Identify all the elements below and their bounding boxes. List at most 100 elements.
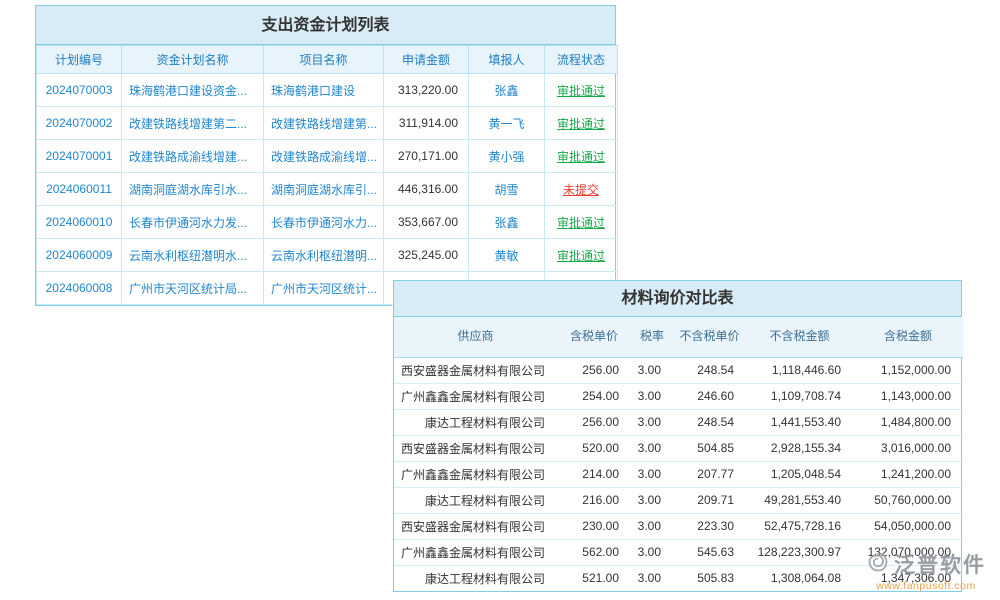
expenditure-plan-panel: 支出资金计划列表 计划编号 资金计划名称 项目名称 申请金额 填报人 流程状态 …	[35, 5, 616, 306]
col-taxed-amount: 含税金额	[853, 317, 963, 357]
plan-table-row[interactable]: 2024070003 珠海鹤港口建设资金... 珠海鹤港口建设 313,220.…	[37, 74, 618, 107]
taxed-price-cell: 521.00	[557, 565, 631, 591]
apply-amount-cell: 353,667.00	[384, 206, 469, 239]
untaxed-amount-cell: 1,308,064.08	[746, 565, 853, 591]
plan-id-link[interactable]: 2024070001	[37, 140, 122, 173]
material-inquiry-panel: 材料询价对比表 供应商 含税单价 税率 不含税单价 不含税金额 含税金额 西安盛…	[393, 280, 962, 592]
fund-name-link[interactable]: 广州市天河区统计局...	[122, 272, 264, 305]
fund-name-link[interactable]: 改建铁路线增建第二...	[122, 107, 264, 140]
supplier-link[interactable]: 广州鑫鑫金属材料有限公司	[394, 383, 557, 409]
untaxed-amount-cell: 128,223,300.97	[746, 539, 853, 565]
col-fund-name: 资金计划名称	[122, 46, 264, 74]
fund-name-link[interactable]: 云南水利枢纽潜明水...	[122, 239, 264, 272]
fund-name-link[interactable]: 长春市伊通河水力发...	[122, 206, 264, 239]
untaxed-amount-cell: 2,928,155.34	[746, 435, 853, 461]
taxed-price-cell: 256.00	[557, 357, 631, 383]
plan-table-row[interactable]: 2024060010 长春市伊通河水力发... 长春市伊通河水力... 353,…	[37, 206, 618, 239]
supplier-link[interactable]: 康达工程材料有限公司	[394, 409, 557, 435]
untaxed-price-cell: 209.71	[673, 487, 746, 513]
untaxed-price-cell: 248.54	[673, 409, 746, 435]
tax-rate-cell: 3.00	[631, 513, 673, 539]
status-link[interactable]: 未提交	[545, 173, 618, 206]
tax-rate-cell: 3.00	[631, 357, 673, 383]
material-table-row[interactable]: 康达工程材料有限公司 256.00 3.00 248.54 1,441,553.…	[394, 409, 963, 435]
col-untaxed-price: 不含税单价	[673, 317, 746, 357]
material-table-row[interactable]: 广州鑫鑫金属材料有限公司 254.00 3.00 246.60 1,109,70…	[394, 383, 963, 409]
plan-table-row[interactable]: 2024070001 改建铁路成渝线增建... 改建铁路成渝线增... 270,…	[37, 140, 618, 173]
untaxed-price-cell: 505.83	[673, 565, 746, 591]
plan-id-link[interactable]: 2024060010	[37, 206, 122, 239]
apply-amount-cell: 313,220.00	[384, 74, 469, 107]
plan-table-row[interactable]: 2024070002 改建铁路线增建第二... 改建铁路线增建第... 311,…	[37, 107, 618, 140]
filler-cell: 张鑫	[469, 206, 545, 239]
plan-id-link[interactable]: 2024070003	[37, 74, 122, 107]
project-name-link[interactable]: 广州市天河区统计...	[264, 272, 384, 305]
supplier-link[interactable]: 广州鑫鑫金属材料有限公司	[394, 539, 557, 565]
status-link[interactable]: 审批通过	[545, 74, 618, 107]
taxed-amount-cell: 50,760,000.00	[853, 487, 963, 513]
supplier-link[interactable]: 广州鑫鑫金属材料有限公司	[394, 461, 557, 487]
taxed-amount-cell: 1,143,000.00	[853, 383, 963, 409]
apply-amount-cell: 270,171.00	[384, 140, 469, 173]
material-table-row[interactable]: 西安盛器金属材料有限公司 230.00 3.00 223.30 52,475,7…	[394, 513, 963, 539]
material-header-row: 供应商 含税单价 税率 不含税单价 不含税金额 含税金额	[394, 317, 963, 357]
taxed-price-cell: 230.00	[557, 513, 631, 539]
expenditure-plan-title: 支出资金计划列表	[36, 6, 615, 45]
plan-table-row[interactable]: 2024060011 湖南洞庭湖水库引水... 湖南洞庭湖水库引... 446,…	[37, 173, 618, 206]
untaxed-price-cell: 207.77	[673, 461, 746, 487]
filler-cell: 张鑫	[469, 74, 545, 107]
project-name-link[interactable]: 云南水利枢纽潜明...	[264, 239, 384, 272]
project-name-link[interactable]: 湖南洞庭湖水库引...	[264, 173, 384, 206]
watermark-url: www.fanpusoft.com	[866, 580, 986, 592]
tax-rate-cell: 3.00	[631, 461, 673, 487]
project-name-link[interactable]: 改建铁路成渝线增...	[264, 140, 384, 173]
apply-amount-cell: 311,914.00	[384, 107, 469, 140]
plan-header-row: 计划编号 资金计划名称 项目名称 申请金额 填报人 流程状态	[37, 46, 618, 74]
untaxed-price-cell: 246.60	[673, 383, 746, 409]
plan-id-link[interactable]: 2024060011	[37, 173, 122, 206]
status-link[interactable]: 审批通过	[545, 140, 618, 173]
supplier-link[interactable]: 西安盛器金属材料有限公司	[394, 513, 557, 539]
supplier-link[interactable]: 康达工程材料有限公司	[394, 487, 557, 513]
taxed-amount-cell: 1,484,800.00	[853, 409, 963, 435]
taxed-price-cell: 256.00	[557, 409, 631, 435]
status-link[interactable]: 审批通过	[545, 239, 618, 272]
fund-name-link[interactable]: 改建铁路成渝线增建...	[122, 140, 264, 173]
supplier-link[interactable]: 康达工程材料有限公司	[394, 565, 557, 591]
material-table-row[interactable]: 广州鑫鑫金属材料有限公司 214.00 3.00 207.77 1,205,04…	[394, 461, 963, 487]
taxed-price-cell: 216.00	[557, 487, 631, 513]
taxed-amount-cell: 1,241,200.00	[853, 461, 963, 487]
plan-table-row[interactable]: 2024060009 云南水利枢纽潜明水... 云南水利枢纽潜明... 325,…	[37, 239, 618, 272]
taxed-price-cell: 562.00	[557, 539, 631, 565]
untaxed-amount-cell: 1,109,708.74	[746, 383, 853, 409]
project-name-link[interactable]: 长春市伊通河水力...	[264, 206, 384, 239]
supplier-link[interactable]: 西安盛器金属材料有限公司	[394, 435, 557, 461]
tax-rate-cell: 3.00	[631, 539, 673, 565]
material-table-row[interactable]: 西安盛器金属材料有限公司 256.00 3.00 248.54 1,118,44…	[394, 357, 963, 383]
col-plan-id: 计划编号	[37, 46, 122, 74]
filler-cell: 胡雪	[469, 173, 545, 206]
tax-rate-cell: 3.00	[631, 409, 673, 435]
fund-name-link[interactable]: 珠海鹤港口建设资金...	[122, 74, 264, 107]
project-name-link[interactable]: 珠海鹤港口建设	[264, 74, 384, 107]
material-table-row[interactable]: 康达工程材料有限公司 216.00 3.00 209.71 49,281,553…	[394, 487, 963, 513]
supplier-link[interactable]: 西安盛器金属材料有限公司	[394, 357, 557, 383]
plan-id-link[interactable]: 2024060008	[37, 272, 122, 305]
expenditure-plan-table: 计划编号 资金计划名称 项目名称 申请金额 填报人 流程状态 202407000…	[36, 45, 618, 305]
filler-cell: 黄小强	[469, 140, 545, 173]
watermark-brand: 泛普软件	[894, 549, 986, 579]
untaxed-amount-cell: 1,441,553.40	[746, 409, 853, 435]
fanpu-logo-icon	[866, 550, 890, 579]
taxed-amount-cell: 54,050,000.00	[853, 513, 963, 539]
fund-name-link[interactable]: 湖南洞庭湖水库引水...	[122, 173, 264, 206]
tax-rate-cell: 3.00	[631, 565, 673, 591]
plan-id-link[interactable]: 2024070002	[37, 107, 122, 140]
status-link[interactable]: 审批通过	[545, 206, 618, 239]
untaxed-price-cell: 504.85	[673, 435, 746, 461]
project-name-link[interactable]: 改建铁路线增建第...	[264, 107, 384, 140]
material-table-row[interactable]: 西安盛器金属材料有限公司 520.00 3.00 504.85 2,928,15…	[394, 435, 963, 461]
col-untaxed-amount: 不含税金额	[746, 317, 853, 357]
plan-id-link[interactable]: 2024060009	[37, 239, 122, 272]
status-link[interactable]: 审批通过	[545, 107, 618, 140]
material-inquiry-title: 材料询价对比表	[394, 281, 961, 317]
